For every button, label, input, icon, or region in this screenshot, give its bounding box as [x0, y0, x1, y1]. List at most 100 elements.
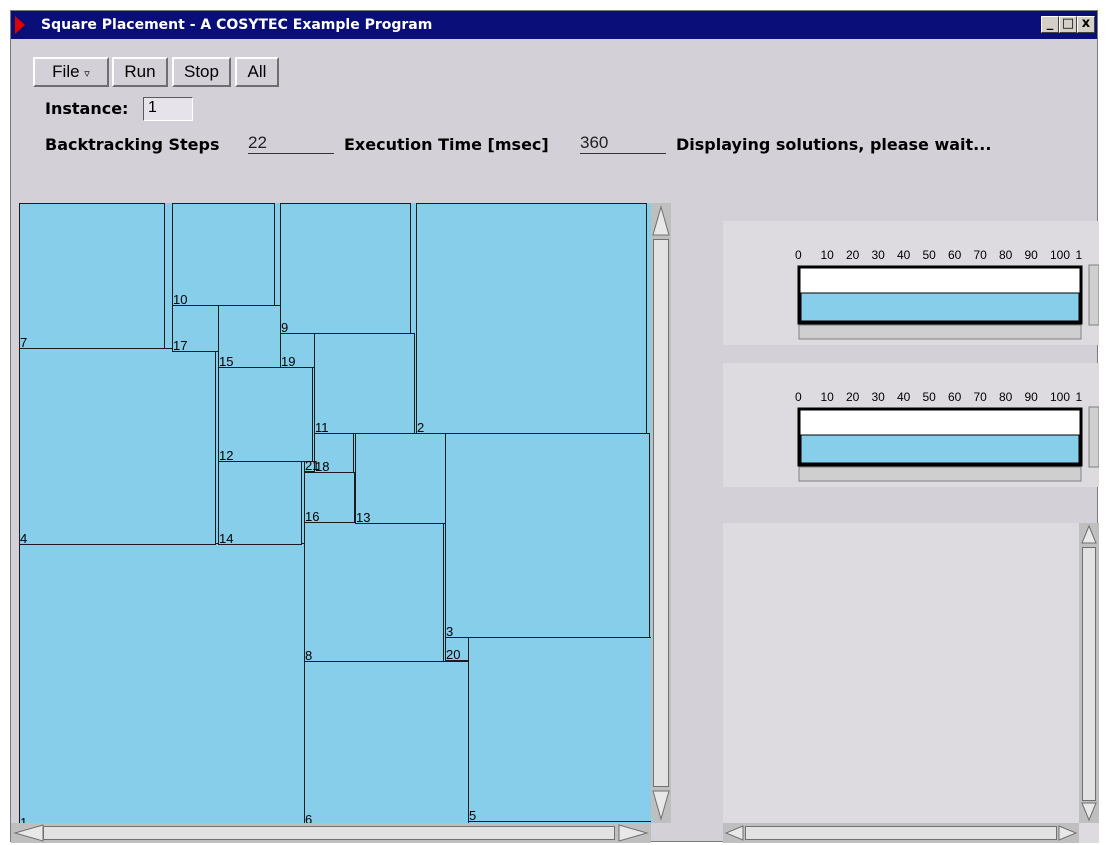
mini-chart-2: 0 10 20 30 40 50 60 70 80 90 100 1: [723, 363, 1100, 487]
square-6: 6: [304, 661, 469, 823]
square-10: 10: [172, 203, 275, 306]
square-7: 7: [19, 203, 165, 349]
square-label: 21: [305, 458, 320, 473]
mini-chart-tick-label: 60: [948, 390, 962, 404]
square-label: 7: [20, 335, 28, 350]
mini-chart-tick-label: 100: [1050, 248, 1070, 262]
square-3: 3: [445, 433, 650, 638]
mini-chart-svg: 0 10 20 30 40 50 60 70 80 90 100 1: [795, 248, 1100, 340]
canvas-horizontal-scrollbar[interactable]: [11, 823, 651, 843]
square-14: 14: [218, 461, 302, 545]
all-button[interactable]: All: [235, 57, 279, 87]
square-label: 16: [305, 509, 320, 524]
list-scroll-left-arrow-icon[interactable]: [723, 823, 745, 843]
application-window: Square Placement - A COSYTEC Example Pro…: [10, 10, 1100, 843]
list-horizontal-scroll-thumb[interactable]: [745, 826, 1057, 840]
horizontal-scroll-thumb[interactable]: [43, 826, 615, 840]
dropdown-triangle-icon: ▿: [84, 68, 90, 80]
file-menu-button[interactable]: File ▿: [33, 57, 109, 87]
file-menu-label: File: [52, 62, 80, 81]
square-label: 19: [281, 354, 296, 369]
mini-chart-tick-label: 40: [897, 248, 911, 262]
scroll-right-arrow-icon[interactable]: [617, 823, 651, 843]
mini-chart-tick-label: 70: [974, 390, 988, 404]
mini-chart-tick-label: 10: [821, 390, 835, 404]
maximize-button[interactable]: □: [1059, 16, 1077, 33]
list-vertical-scroll-thumb[interactable]: [1082, 547, 1096, 801]
mini-chart-scrollbar[interactable]: [798, 466, 1082, 482]
list-scroll-right-arrow-icon[interactable]: [1057, 823, 1079, 843]
mini-chart-tick-label: 40: [897, 390, 911, 404]
mini-chart-vertical-scrollbar[interactable]: [1088, 406, 1100, 468]
square-label: 20: [446, 647, 461, 662]
mini-chart-tick-label: 80: [999, 248, 1013, 262]
mini-chart-tick-label: 50: [923, 390, 937, 404]
square-18: 18: [314, 433, 354, 473]
mini-chart-scrollbar[interactable]: [798, 324, 1082, 340]
vertical-scroll-thumb[interactable]: [653, 239, 669, 787]
mini-chart-svg: 0 10 20 30 40 50 60 70 80 90 100 1: [795, 390, 1100, 482]
mini-chart-tick-label: 1: [1076, 248, 1083, 262]
mini-chart-tick-label: 30: [872, 390, 886, 404]
list-scroll-down-arrow-icon[interactable]: [1079, 801, 1099, 823]
execution-time-value: 360: [580, 133, 666, 154]
scroll-down-arrow-icon[interactable]: [651, 789, 671, 823]
mini-chart-tick-label: 100: [1050, 390, 1070, 404]
app-icon: [15, 16, 25, 34]
square-8: 8: [304, 522, 444, 662]
square-13: 13: [355, 433, 446, 524]
square-placement-canvas: 1 2 3 4 5 6 7 8 9 10 11 12 13 14 15 16 17 18 19 20 21: [19, 203, 651, 823]
mini-chart-tick-label: 30: [872, 248, 886, 262]
execution-time-label: Execution Time [msec]: [344, 135, 549, 154]
square-19: 19: [280, 333, 315, 368]
list-scroll-up-arrow-icon[interactable]: [1079, 523, 1099, 545]
instance-input[interactable]: 1: [143, 97, 193, 121]
square-label: 4: [20, 531, 28, 546]
square-5: 5: [468, 637, 651, 822]
mini-chart-panel-1: 0 10 20 30 40 50 60 70 80 90 100 1: [723, 221, 1100, 345]
mini-chart-tick-label: 20: [846, 390, 860, 404]
mini-chart-1: 0 10 20 30 40 50 60 70 80 90 100 1: [723, 221, 1100, 345]
square-17: 17: [172, 305, 219, 352]
mini-chart-tick-label: 1: [1076, 390, 1083, 404]
square-15: 15: [218, 305, 281, 368]
list-vertical-scrollbar[interactable]: [1079, 523, 1099, 823]
square-2: 2: [416, 203, 647, 434]
title-bar[interactable]: Square Placement - A COSYTEC Example Pro…: [11, 11, 1097, 39]
scroll-left-arrow-icon[interactable]: [11, 823, 45, 843]
square-label: 8: [305, 648, 313, 663]
square-label: 17: [173, 338, 188, 353]
mini-chart-fill: [800, 434, 1080, 464]
square-12: 12: [218, 367, 313, 462]
mini-chart-tick-label: 0: [795, 390, 802, 404]
square-label: 1: [20, 815, 28, 823]
mini-chart-panel-2: 0 10 20 30 40 50 60 70 80 90 100 1: [723, 363, 1100, 487]
mini-chart-tick-label: 80: [999, 390, 1013, 404]
square-label: 13: [356, 510, 371, 525]
square-4: 4: [19, 348, 216, 545]
square-label: 15: [219, 354, 234, 369]
mini-chart-tick-label: 50: [923, 248, 937, 262]
square-label: 14: [219, 531, 234, 546]
close-button[interactable]: x: [1077, 16, 1095, 33]
window-title: Square Placement - A COSYTEC Example Pro…: [41, 17, 433, 33]
run-button[interactable]: Run: [112, 57, 168, 87]
square-20: 20: [445, 637, 469, 661]
solution-list-panel: [723, 523, 1099, 843]
mini-chart-tick-label: 90: [1025, 248, 1039, 262]
canvas-vertical-scrollbar[interactable]: [651, 203, 671, 823]
square-9: 9: [280, 203, 411, 334]
mini-chart-tick-label: 90: [1025, 390, 1039, 404]
mini-chart-tick-label: 20: [846, 248, 860, 262]
scroll-up-arrow-icon[interactable]: [651, 203, 671, 237]
square-21: 21: [304, 459, 319, 472]
minimize-button[interactable]: _: [1041, 16, 1059, 33]
backtracking-steps-value: 22: [248, 133, 334, 154]
square-11: 11: [314, 333, 415, 434]
square-1: 1: [19, 543, 305, 823]
mini-chart-vertical-scrollbar[interactable]: [1088, 264, 1100, 326]
mini-chart-tick-label: 70: [974, 248, 988, 262]
square-label: 5: [469, 808, 477, 823]
list-horizontal-scrollbar[interactable]: [723, 823, 1079, 843]
stop-button[interactable]: Stop: [172, 57, 231, 87]
